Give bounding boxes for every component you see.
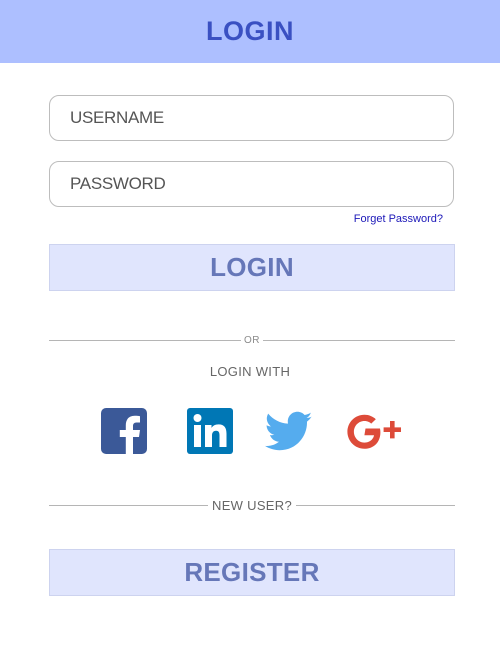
or-divider-label: OR (244, 335, 260, 346)
linkedin-icon (187, 408, 233, 454)
twitter-icon (265, 411, 313, 451)
divider-line-left (49, 340, 241, 341)
register-button[interactable]: REGISTER (49, 549, 455, 596)
divider-line-right (263, 340, 455, 341)
login-button[interactable]: LOGIN (49, 244, 455, 291)
facebook-login-button[interactable] (100, 407, 148, 455)
username-input[interactable] (50, 96, 453, 140)
divider-line-right (296, 505, 455, 506)
new-user-divider: NEW USER? (49, 498, 455, 513)
password-input[interactable] (50, 162, 453, 206)
or-divider: OR (49, 335, 455, 346)
new-user-label: NEW USER? (212, 498, 292, 513)
linkedin-login-button[interactable] (186, 407, 234, 455)
username-field[interactable] (49, 95, 454, 141)
login-page: LOGIN Forget Password? LOGIN OR LOGIN WI… (0, 0, 500, 650)
login-with-heading: LOGIN WITH (209, 364, 291, 379)
facebook-icon (101, 408, 147, 454)
page-title: LOGIN (206, 16, 294, 46)
google-plus-login-button[interactable] (340, 407, 401, 455)
password-field[interactable] (49, 161, 454, 207)
google-plus-icon (347, 414, 401, 449)
twitter-login-button[interactable] (265, 407, 313, 455)
divider-line-left (49, 505, 208, 506)
forgot-password-link[interactable]: Forget Password? (354, 213, 443, 225)
header-bar: LOGIN (0, 0, 500, 63)
